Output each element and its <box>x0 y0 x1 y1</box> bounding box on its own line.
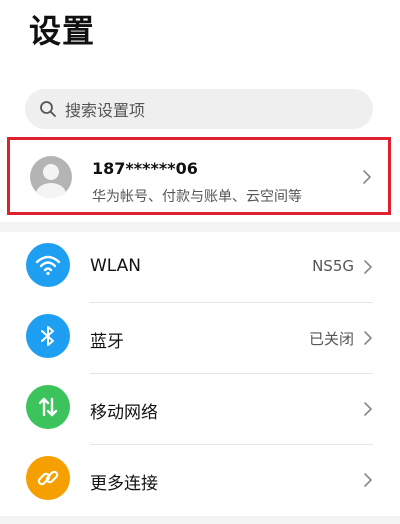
settings-item-label: 蓝牙 <box>90 332 124 352</box>
settings-item-mobile-network[interactable]: 移动网络 <box>0 374 400 445</box>
account-card[interactable]: 187******06 华为帐号、付款与账单、云空间等 <box>7 137 391 215</box>
chevron-right-icon <box>363 401 373 421</box>
search-bar[interactable]: 搜索设置项 <box>25 89 373 129</box>
section-divider <box>0 516 400 524</box>
mobile-data-icon <box>26 385 70 429</box>
settings-item-more-connections[interactable]: 更多连接 <box>0 445 400 516</box>
wifi-icon <box>26 243 70 287</box>
settings-item-label: WLAN <box>90 256 142 276</box>
settings-item-value: 已关闭 <box>308 330 354 348</box>
account-description: 华为帐号、付款与账单、云空间等 <box>92 189 302 205</box>
search-icon <box>39 100 57 118</box>
bluetooth-icon <box>26 314 70 358</box>
settings-item-label: 移动网络 <box>90 403 158 423</box>
settings-item-label: 更多连接 <box>90 474 158 494</box>
settings-item-value: NS5G <box>312 257 354 275</box>
chevron-right-icon <box>363 472 373 492</box>
link-icon <box>26 456 70 500</box>
chevron-right-icon <box>363 330 373 350</box>
settings-item-wlan[interactable]: WLAN NS5G <box>0 232 400 303</box>
account-phone: 187******06 <box>92 159 198 178</box>
section-divider <box>0 222 400 232</box>
page-title: 设置 <box>29 12 96 50</box>
settings-item-bluetooth[interactable]: 蓝牙 已关闭 <box>0 303 400 374</box>
settings-list: WLAN NS5G 蓝牙 已关闭 移动网络 更多连接 <box>0 232 400 516</box>
chevron-right-icon <box>362 169 372 189</box>
search-placeholder: 搜索设置项 <box>65 101 146 120</box>
chevron-right-icon <box>363 259 373 279</box>
avatar <box>30 156 72 198</box>
